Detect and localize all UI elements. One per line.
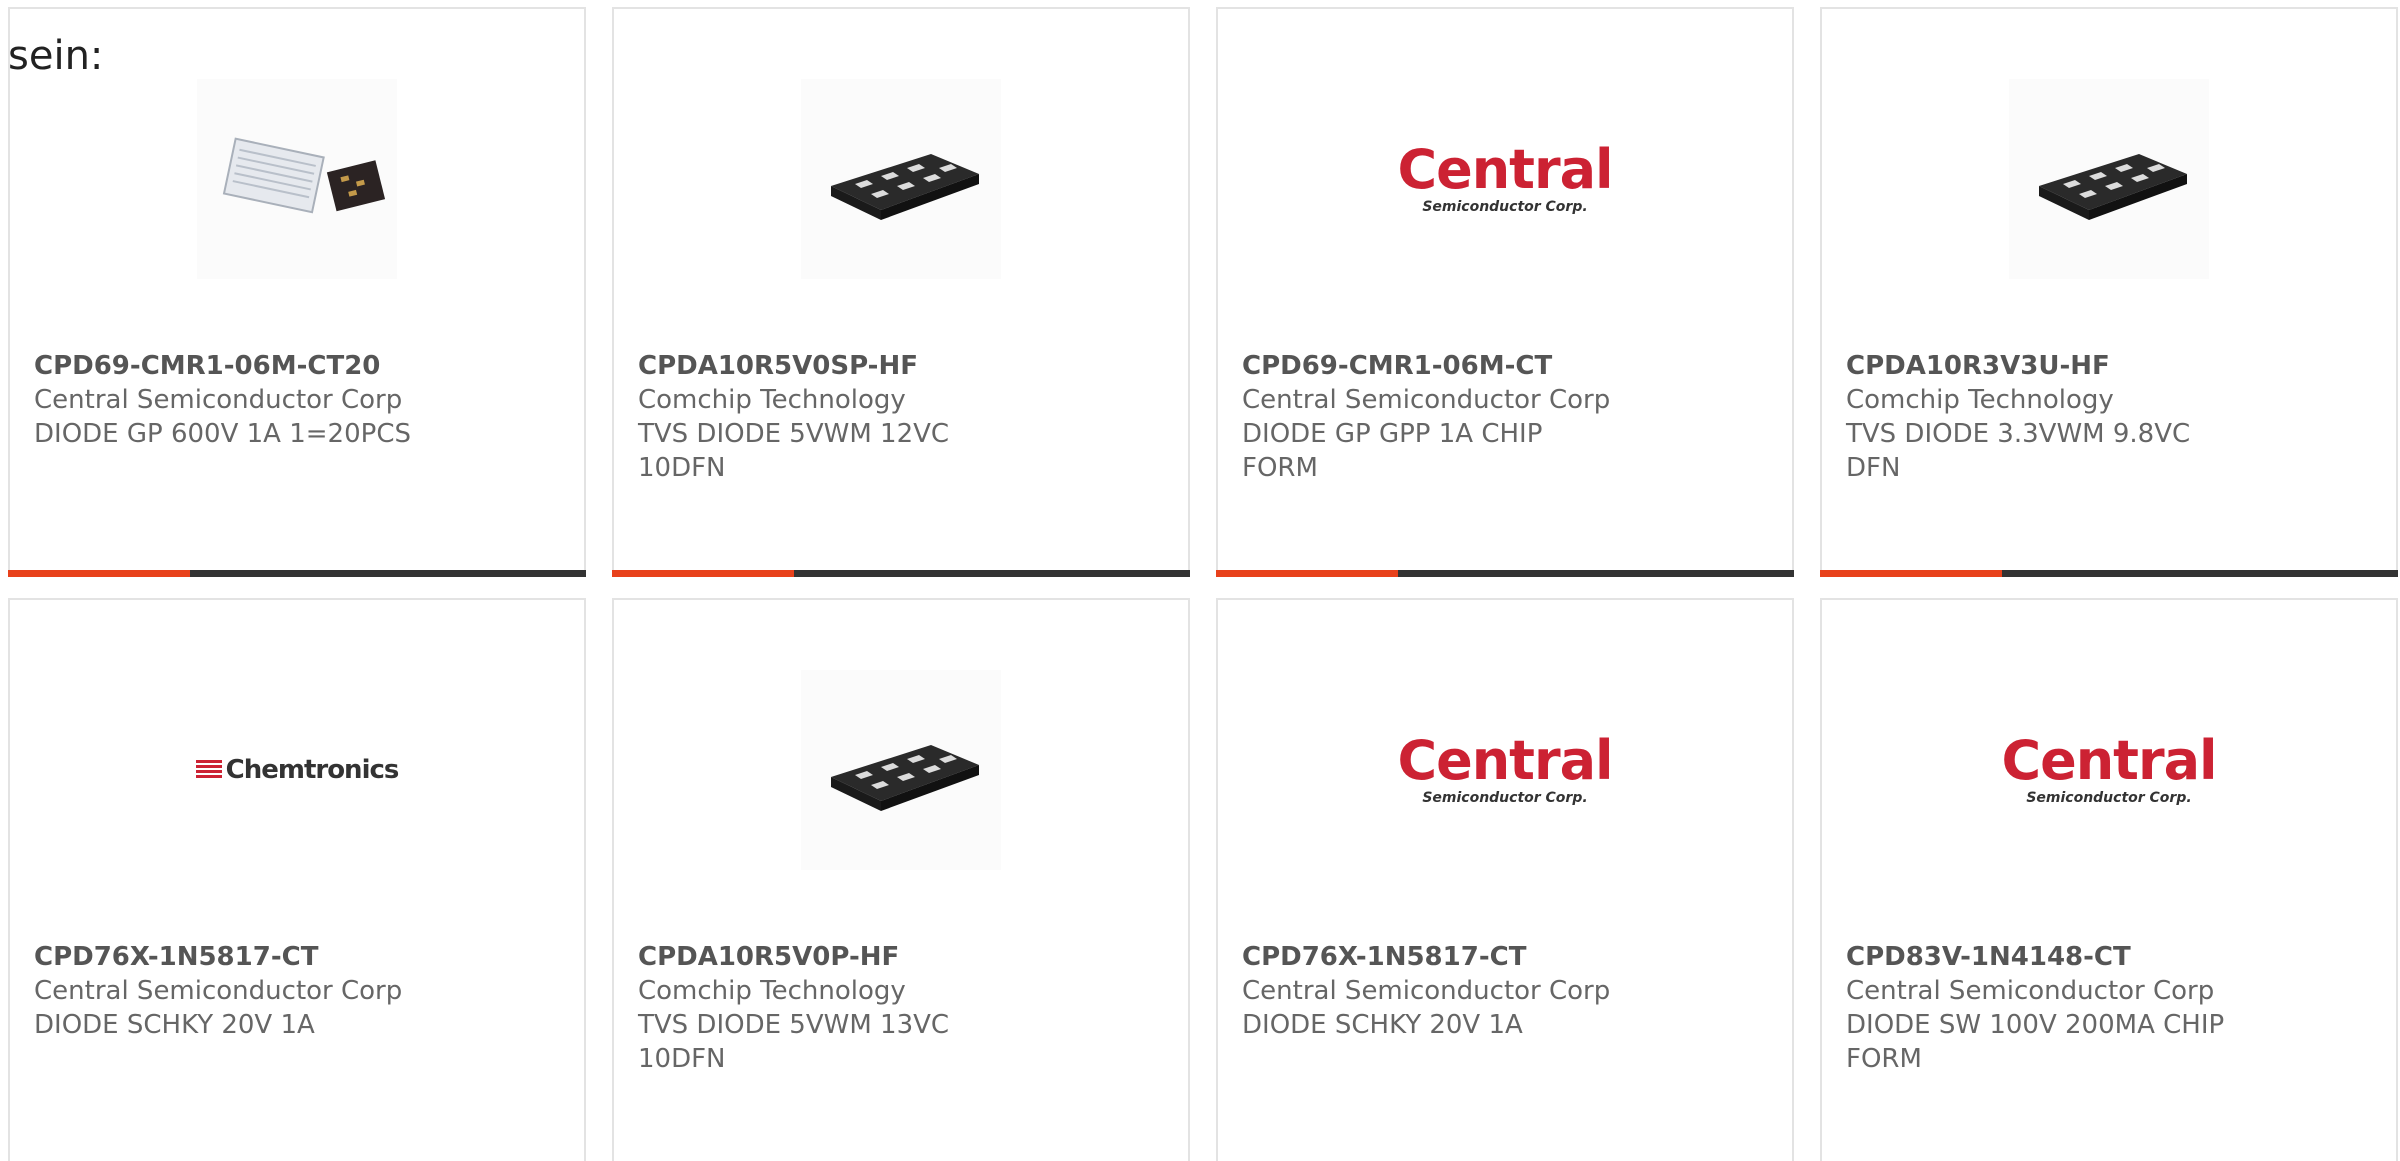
description: TVS DIODE 3.3VWM 9.8VC DFN: [1846, 419, 2191, 483]
chemtronics-mark-icon: [195, 760, 222, 780]
manufacturer: Comchip Technology: [638, 976, 906, 1006]
part-number[interactable]: CPDA10R5V0SP-HF: [638, 349, 1164, 383]
description: DIODE SCHKY 20V 1A: [1242, 1010, 1523, 1040]
product-card[interactable]: Chemtronics CPD76X-1N5817-CT Central Sem…: [8, 598, 586, 1161]
part-number[interactable]: CPDA10R3V3U-HF: [1846, 349, 2372, 383]
product-info: CPDA10R3V3U-HF Comchip Technology TVS DI…: [1846, 349, 2372, 485]
product-grid-page: sein: CPD69-CMR1-06M-CT20 Central Semico…: [0, 0, 2400, 1161]
product-info: CPD69-CMR1-06M-CT20 Central Semiconducto…: [34, 349, 560, 451]
product-info: CPDA10R5V0P-HF Comchip Technology TVS DI…: [638, 940, 1164, 1076]
description: DIODE GP 600V 1A 1=20PCS: [34, 419, 411, 449]
product-grid: CPD69-CMR1-06M-CT20 Central Semiconducto…: [8, 7, 2398, 1161]
card-accent-bar: [612, 570, 795, 577]
logo-subtext: Semiconductor Corp.: [2026, 790, 2192, 806]
part-number[interactable]: CPD69-CMR1-06M-CT: [1242, 349, 1768, 383]
central-logo-icon: Central Semiconductor Corp.: [1397, 138, 1614, 215]
manufacturer: Central Semiconductor Corp: [34, 385, 403, 415]
logo-subtext: Semiconductor Corp.: [1422, 790, 1588, 806]
card-accent-bar: [1216, 570, 1399, 577]
manufacturer: Central Semiconductor Corp: [34, 976, 403, 1006]
description: TVS DIODE 5VWM 12VC 10DFN: [638, 419, 950, 483]
description: DIODE GP GPP 1A CHIP FORM: [1242, 419, 1543, 483]
product-card[interactable]: CPD69-CMR1-06M-CT20 Central Semiconducto…: [8, 7, 586, 577]
chemtronics-logo-icon: Chemtronics: [195, 755, 400, 785]
logo-text: Chemtronics: [225, 755, 400, 785]
manufacturer: Comchip Technology: [638, 385, 906, 415]
product-info: CPD83V-1N4148-CT Central Semiconductor C…: [1846, 940, 2372, 1076]
product-card[interactable]: Central Semiconductor Corp. CPD69-CMR1-0…: [1216, 7, 1794, 577]
manufacturer: Central Semiconductor Corp: [1242, 385, 1611, 415]
part-number[interactable]: CPD83V-1N4148-CT: [1846, 940, 2372, 974]
part-number[interactable]: CPD69-CMR1-06M-CT20: [34, 349, 560, 383]
logo-text: Central: [2001, 729, 2217, 792]
product-image: Central Semiconductor Corp.: [1397, 79, 1614, 279]
description: DIODE SW 100V 200MA CHIP FORM: [1846, 1010, 2225, 1074]
product-card[interactable]: CPDA10R5V0P-HF Comchip Technology TVS DI…: [612, 598, 1190, 1161]
logo-text: Central: [1397, 729, 1613, 792]
dfn-package-icon: [831, 154, 979, 220]
description: TVS DIODE 5VWM 13VC 10DFN: [638, 1010, 950, 1074]
product-image: [801, 670, 1001, 870]
product-info: CPDA10R5V0SP-HF Comchip Technology TVS D…: [638, 349, 1164, 485]
product-info: CPD76X-1N5817-CT Central Semiconductor C…: [1242, 940, 1768, 1042]
logo-subtext: Semiconductor Corp.: [1422, 199, 1588, 215]
intro-text: sein:: [8, 33, 104, 79]
product-card[interactable]: CPDA10R3V3U-HF Comchip Technology TVS DI…: [1820, 7, 2398, 577]
card-bottom-bar: [612, 570, 1190, 577]
product-card[interactable]: CPDA10R5V0SP-HF Comchip Technology TVS D…: [612, 7, 1190, 577]
card-bottom-bar: [1216, 570, 1794, 577]
product-image: [801, 79, 1001, 279]
card-bottom-bar: [8, 570, 586, 577]
logo-text: Central: [1397, 138, 1613, 201]
manufacturer: Central Semiconductor Corp: [1242, 976, 1611, 1006]
central-logo-icon: Central Semiconductor Corp.: [1397, 729, 1614, 806]
product-image: [197, 79, 397, 279]
product-image: Central Semiconductor Corp.: [2001, 670, 2218, 870]
part-number[interactable]: CPD76X-1N5817-CT: [1242, 940, 1768, 974]
product-info: CPD76X-1N5817-CT Central Semiconductor C…: [34, 940, 560, 1042]
product-info: CPD69-CMR1-06M-CT Central Semiconductor …: [1242, 349, 1768, 485]
manufacturer: Comchip Technology: [1846, 385, 2114, 415]
product-card[interactable]: Central Semiconductor Corp. CPD83V-1N414…: [1820, 598, 2398, 1161]
product-image: [2009, 79, 2209, 279]
description: DIODE SCHKY 20V 1A: [34, 1010, 315, 1040]
card-bottom-bar: [1820, 570, 2398, 577]
part-number[interactable]: CPDA10R5V0P-HF: [638, 940, 1164, 974]
product-card[interactable]: Central Semiconductor Corp. CPD76X-1N581…: [1216, 598, 1794, 1161]
manufacturer: Central Semiconductor Corp: [1846, 976, 2215, 1006]
card-accent-bar: [8, 570, 191, 577]
dfn-package-icon: [831, 745, 979, 811]
card-accent-bar: [1820, 570, 2003, 577]
central-logo-icon: Central Semiconductor Corp.: [2001, 729, 2218, 806]
product-image: Central Semiconductor Corp.: [1397, 670, 1614, 870]
product-image: Chemtronics: [195, 670, 400, 870]
part-number[interactable]: CPD76X-1N5817-CT: [34, 940, 560, 974]
dfn-package-icon: [2039, 154, 2187, 220]
chip-tray-image-icon: [222, 137, 386, 214]
